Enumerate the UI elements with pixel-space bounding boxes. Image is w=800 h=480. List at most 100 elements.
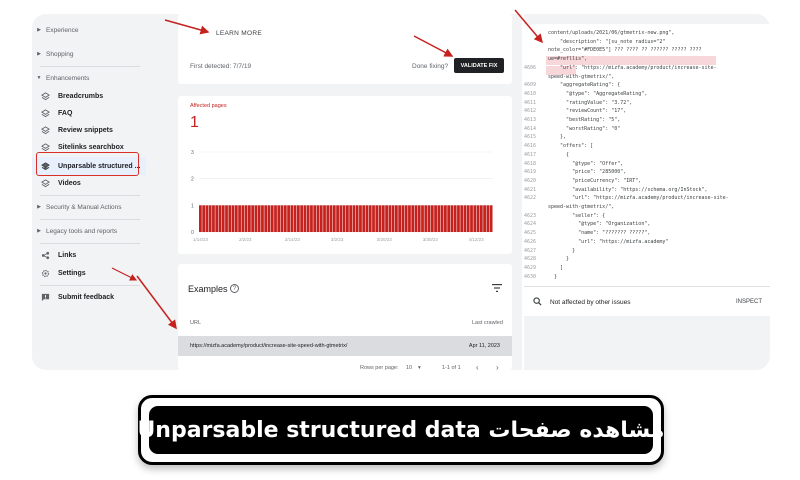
x-tick-label: 2/2/23 (239, 237, 252, 242)
code-line: speed-with-gtmetrix/", (524, 204, 770, 212)
chart-bar (234, 205, 238, 232)
sidebar-item-videos[interactable]: Videos (32, 175, 146, 191)
layers-icon (40, 142, 50, 152)
chart-bar (355, 205, 359, 232)
chart-bar (489, 205, 493, 232)
line-number: 4621 (524, 186, 537, 193)
chart-bar (362, 205, 366, 232)
x-tick-label: 3/20/23 (377, 237, 393, 242)
sidebar-item-label: Submit feedback (58, 293, 115, 301)
sidebar-item-label: Legacy tools and reports (46, 227, 118, 235)
row-date: Apr 11, 2023 (468, 343, 500, 349)
chart-bar (385, 205, 388, 232)
code-line: 4606 "url": "https://mizfa.academy/produ… (524, 65, 770, 73)
chart-bar (270, 205, 274, 232)
y-tick-label: 3 (191, 150, 194, 156)
code-text: "url": "https://mizfa.academy/product/in… (548, 195, 729, 202)
rows-per-page-select[interactable]: 10 (406, 365, 412, 371)
sidebar-item-enhancements[interactable]: ▼ Enhancements (32, 70, 146, 86)
table-row[interactable]: https://mizfa.academy/product/increase-s… (178, 336, 512, 356)
line-number: 4611 (524, 99, 537, 106)
chevron-down-icon: ▼ (36, 75, 42, 81)
chart-bar (430, 205, 434, 232)
sidebar-item-label: Enhancements (46, 74, 90, 82)
highlight-box (36, 152, 139, 176)
chart-bar (300, 205, 304, 232)
line-number: 4610 (524, 90, 537, 97)
prev-page-icon[interactable]: ‹ (476, 363, 479, 372)
line-number: 4619 (524, 169, 537, 176)
code-text: "url": "https://mizfa.academy" (548, 238, 669, 245)
code-text: "offers": [ (548, 143, 594, 150)
help-icon[interactable]: ? (230, 284, 239, 293)
code-line: 4625 "name": "??????? ?????", (524, 230, 770, 238)
done-fixing-text: Done fixing? (412, 63, 449, 70)
chart-bar (368, 205, 372, 232)
chart-bar (326, 205, 330, 232)
layers-icon (40, 108, 50, 118)
next-page-icon[interactable]: › (496, 363, 499, 372)
examples-title: Examples (188, 284, 228, 294)
layers-icon (40, 125, 50, 135)
filter-icon[interactable] (492, 284, 502, 292)
code-text: "seller": { (548, 212, 606, 219)
x-tick-label: 3/2/23 (331, 237, 344, 242)
sidebar-item-label: Settings (58, 269, 86, 277)
inspect-button[interactable]: INSPECT (736, 299, 762, 305)
chart-bar (290, 205, 294, 232)
chart-bar (476, 205, 480, 232)
code-text: "url": "https://mizfa.academy/product/in… (548, 64, 717, 71)
chevron-right-icon: ▶ (37, 204, 41, 210)
chart-bar (375, 205, 379, 232)
chart-bar (453, 205, 457, 232)
chart-bar (421, 205, 424, 232)
chart-bar (437, 205, 441, 232)
code-text: "description": "[su_note radius="2" (548, 38, 666, 45)
code-text: "bestRating": "5", (548, 117, 621, 123)
chart-bar (306, 205, 310, 232)
chart-bar (470, 205, 473, 232)
divider (40, 66, 140, 67)
dropdown-icon[interactable]: ▾ (418, 365, 421, 371)
chart-bar (238, 205, 241, 232)
chart-bar (287, 205, 290, 232)
chart-bar (372, 205, 375, 232)
chart-bar (381, 205, 385, 232)
sidebar-item-label: FAQ (58, 109, 73, 117)
sidebar-item-security-manual-actions[interactable]: ▶ Security & Manual Actions (32, 199, 146, 215)
chevron-right-icon: ▶ (37, 228, 41, 234)
sidebar-item-faq[interactable]: FAQ (32, 105, 146, 121)
validate-fix-button[interactable]: VALIDATE FIX (454, 58, 504, 73)
sidebar-item-settings[interactable]: Settings (32, 265, 146, 281)
sidebar-item-shopping[interactable]: ▶ Shopping (32, 46, 146, 62)
affected-count: 1 (190, 114, 199, 131)
issue-card (178, 14, 512, 84)
code-text: "name": "??????? ?????", (548, 230, 651, 237)
chart-bar (205, 205, 209, 232)
chart-bar (411, 205, 415, 232)
line-number: 4625 (524, 230, 537, 237)
sidebar-item-experience[interactable]: ▶ Experience (32, 22, 146, 38)
sidebar-item-breadcrumbs[interactable]: Breadcrumbs (32, 88, 146, 104)
links-icon (40, 250, 50, 260)
chart-bar (244, 205, 248, 232)
sidebar-item-label: Experience (46, 26, 79, 34)
learn-more-link[interactable]: LEARN MORE (216, 30, 262, 37)
sidebar-item-review-snippets[interactable]: Review snippets (32, 122, 146, 138)
code-text: "@type": "Organization", (548, 221, 651, 228)
sidebar-item-links[interactable]: Links (32, 247, 146, 263)
code-text: }, (548, 134, 567, 141)
sidebar-item-submit-feedback[interactable]: Submit feedback (32, 289, 146, 305)
chart-bar (391, 205, 395, 232)
chevron-right-icon: ▶ (37, 51, 41, 57)
row-url: https://mizfa.academy/product/increase-s… (190, 343, 348, 349)
line-number: 4630 (524, 273, 537, 280)
chevron-right-icon: ▶ (37, 27, 41, 33)
code-text: "@type": "Offer", (548, 160, 624, 167)
chart-bar (313, 205, 317, 232)
chart-bar (483, 205, 486, 232)
chart-bar (346, 205, 349, 232)
chart-title: Affected pages (190, 103, 227, 109)
layers-icon (40, 178, 50, 188)
sidebar-item-legacy-tools[interactable]: ▶ Legacy tools and reports (32, 223, 146, 239)
